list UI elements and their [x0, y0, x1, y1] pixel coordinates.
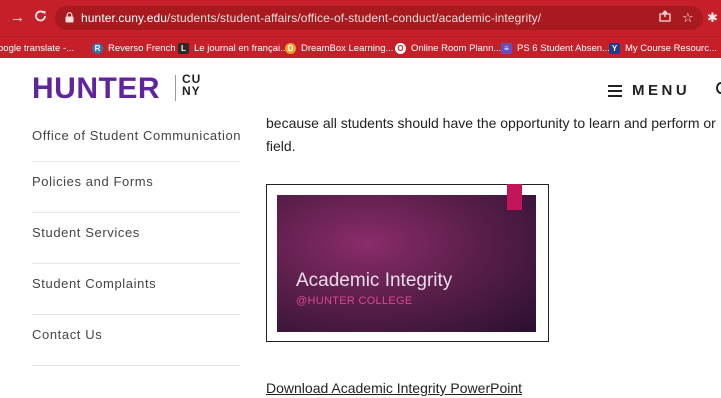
- arrow-right-icon[interactable]: →: [10, 9, 25, 27]
- bookmark-label: Le journal en françai...: [194, 42, 289, 54]
- hamburger-icon: [608, 84, 622, 97]
- forms-icon: ≡: [501, 42, 512, 54]
- yale-icon: Y: [609, 42, 620, 54]
- cuny-logo[interactable]: CU NY: [182, 73, 210, 97]
- browser-toolbar: → hunter.cuny.edu/students/student-affai…: [0, 0, 721, 36]
- bookmark-online-room-planner[interactable]: O Online Room Plann...: [395, 41, 501, 55]
- bookmark-dreambox[interactable]: D DreamBox Learning...: [285, 41, 393, 55]
- bookmark-label: My Course Resourc...: [625, 42, 717, 54]
- intro-paragraph: because all students should have the opp…: [266, 112, 721, 158]
- bookmark-label: DreamBox Learning...: [301, 42, 394, 54]
- bookmark-le-journal[interactable]: L Le journal en françai...: [178, 41, 288, 55]
- bookmark-my-course-resources[interactable]: Y My Course Resourc...: [609, 41, 717, 55]
- bookmark-label: Reverso French: [108, 42, 176, 54]
- sidebar-item-policies-and-forms[interactable]: Policies and Forms: [32, 162, 240, 213]
- paragraph-line: because all students should have the opp…: [266, 115, 716, 131]
- journal-icon: L: [178, 42, 189, 54]
- cuny-logo-bottom: NY: [182, 84, 201, 98]
- reload-icon[interactable]: [34, 9, 47, 28]
- reverso-icon: R: [92, 42, 103, 54]
- paragraph-line: field.: [266, 138, 296, 154]
- download-powerpoint-link[interactable]: Download Academic Integrity PowerPoint: [266, 380, 522, 396]
- url-host: hunter.cuny.edu: [81, 11, 168, 25]
- bookmark-reverso[interactable]: R Reverso French: [92, 41, 176, 55]
- bookmark-label: Online Room Plann...: [411, 42, 502, 54]
- logo-divider: [175, 75, 176, 101]
- slide-subtitle: @HUNTER COLLEGE: [296, 295, 413, 307]
- powerpoint-slide-thumbnail[interactable]: [277, 195, 536, 332]
- star-icon[interactable]: ☆: [682, 10, 694, 26]
- bookmark-label: PS 6 Student Absen...: [517, 42, 610, 54]
- search-icon[interactable]: [716, 82, 721, 94]
- bookmark-ps6-absence[interactable]: ≡ PS 6 Student Absen...: [501, 41, 610, 55]
- url-path: /students/student-affairs/office-of-stud…: [167, 11, 542, 25]
- menu-button[interactable]: MENU: [608, 82, 690, 99]
- sidebar-nav: Office of Student Communication Policies…: [32, 116, 241, 366]
- share-icon[interactable]: [659, 10, 671, 25]
- url-text[interactable]: hunter.cuny.edu/students/student-affairs…: [81, 11, 541, 25]
- sidebar-item-contact-us[interactable]: Contact Us: [32, 315, 240, 366]
- hunter-logo[interactable]: HUNTER: [32, 72, 160, 106]
- globe-icon: O: [395, 42, 406, 54]
- sidebar-item-office-of-student-communication[interactable]: Office of Student Communication: [32, 116, 241, 162]
- slide-accent-tab: [507, 184, 522, 210]
- bookmark-label: oogle translate -...: [0, 42, 75, 54]
- dreambox-icon: D: [285, 42, 296, 54]
- bookmarks-bar: oogle translate -... R Reverso French L …: [0, 36, 721, 58]
- site-header: HUNTER CU NY MENU: [0, 58, 721, 116]
- sidebar-item-student-services[interactable]: Student Services: [32, 213, 240, 264]
- puzzle-icon[interactable]: ✱: [707, 10, 718, 26]
- slide-title: Academic Integrity: [296, 270, 453, 291]
- menu-label: MENU: [632, 82, 691, 99]
- lock-icon[interactable]: [65, 12, 74, 23]
- bookmark-google-translate[interactable]: oogle translate -...: [0, 41, 74, 55]
- sidebar-item-student-complaints[interactable]: Student Complaints: [32, 264, 240, 315]
